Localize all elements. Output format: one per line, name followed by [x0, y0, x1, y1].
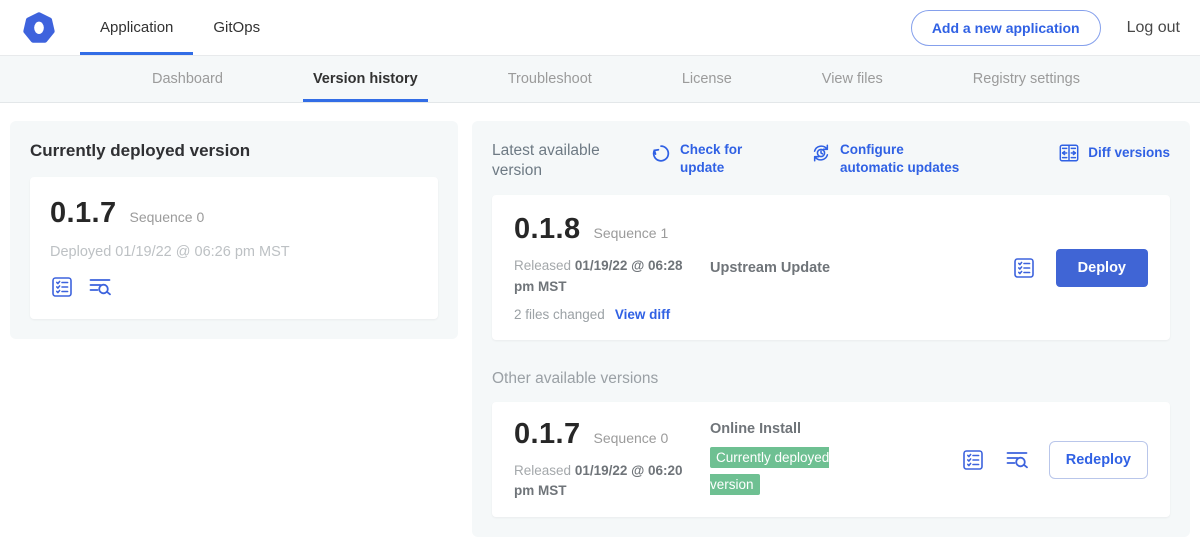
deployed-version-card: 0.1.7 Sequence 0 Deployed 01/19/22 @ 06:…: [30, 177, 438, 319]
version-row: 0.1.7 Sequence 0: [50, 197, 418, 230]
content-area: Currently deployed version 0.1.7 Sequenc…: [0, 103, 1200, 555]
view-diff-link[interactable]: View diff: [615, 307, 670, 322]
config-checklist-icon[interactable]: [1012, 256, 1036, 280]
config-checklist-icon[interactable]: [50, 275, 74, 299]
deployed-sequence-label: Sequence 0: [130, 209, 205, 225]
logout-link[interactable]: Log out: [1127, 19, 1180, 37]
deployed-date: Deployed 01/19/22 @ 06:26 pm MST: [50, 244, 418, 260]
other-version-number: 0.1.7: [514, 418, 581, 451]
other-actions: Redeploy: [961, 441, 1148, 479]
subnav-item-registry-settings[interactable]: Registry settings: [963, 56, 1090, 102]
latest-sequence-label: Sequence 1: [594, 225, 669, 241]
other-version-card: 0.1.7 Sequence 0 Released 01/19/22 @ 06:…: [492, 402, 1170, 518]
refresh-icon: [650, 142, 672, 164]
configure-automatic-updates-action[interactable]: Configure automatic updates: [810, 141, 968, 176]
subnav-item-troubleshoot[interactable]: Troubleshoot: [498, 56, 602, 102]
files-changed-label: 2 files changed: [514, 307, 605, 322]
subnav-item-view-files[interactable]: View files: [812, 56, 893, 102]
other-available-versions-title: Other available versions: [492, 370, 1170, 388]
latest-source-label: Upstream Update: [710, 260, 920, 276]
config-checklist-icon[interactable]: [961, 448, 985, 472]
latest-version-card: 0.1.8 Sequence 1 Released 01/19/22 @ 06:…: [492, 195, 1170, 340]
deployed-version-number: 0.1.7: [50, 197, 117, 230]
badge-wrap: Currently deployed version: [710, 445, 860, 498]
latest-actions: Deploy: [1012, 249, 1148, 287]
auto-update-clock-icon: [810, 142, 832, 164]
app-logo-icon: [20, 9, 58, 47]
check-for-update-label: Check for update: [680, 141, 748, 176]
files-changed-row: 2 files changed View diff: [514, 307, 710, 322]
diff-columns-icon: [1058, 142, 1080, 164]
view-logs-icon[interactable]: [1005, 448, 1029, 472]
redeploy-button[interactable]: Redeploy: [1049, 441, 1148, 479]
page: Application GitOps Add a new application…: [0, 0, 1200, 536]
nav-spacer: [280, 0, 911, 55]
diff-versions-action[interactable]: Diff versions: [1058, 141, 1170, 164]
nav-right: Add a new application Log out: [911, 0, 1180, 55]
latest-source-column: Upstream Update: [710, 260, 920, 276]
app-subnav: Dashboard Version history Troubleshoot L…: [0, 56, 1200, 103]
released-label: Released: [514, 463, 571, 478]
released-label: Released: [514, 258, 571, 273]
available-panel-header: Latest available version Check for updat…: [492, 141, 1170, 181]
configure-automatic-updates-label: Configure automatic updates: [840, 141, 968, 176]
diff-versions-label: Diff versions: [1088, 144, 1170, 162]
nav-tab-gitops[interactable]: GitOps: [193, 0, 280, 55]
currently-deployed-panel: Currently deployed version 0.1.7 Sequenc…: [10, 121, 458, 339]
other-version-info: 0.1.7 Sequence 0 Released 01/19/22 @ 06:…: [514, 418, 710, 502]
currently-deployed-title: Currently deployed version: [30, 141, 438, 161]
other-source-column: Online Install Currently deployed versio…: [710, 421, 920, 498]
deployed-actions: [50, 275, 418, 299]
currently-deployed-badge: Currently deployed version: [710, 447, 829, 494]
other-sequence-label: Sequence 0: [594, 430, 669, 446]
subnav-item-license[interactable]: License: [672, 56, 742, 102]
latest-released-date: Released 01/19/22 @ 06:28 pm MST: [514, 256, 696, 297]
deploy-button[interactable]: Deploy: [1056, 249, 1148, 287]
other-released-date: Released 01/19/22 @ 06:20 pm MST: [514, 461, 696, 502]
add-new-application-button[interactable]: Add a new application: [911, 10, 1101, 46]
top-navbar: Application GitOps Add a new application…: [0, 0, 1200, 56]
view-logs-icon[interactable]: [88, 275, 112, 299]
subnav-item-dashboard[interactable]: Dashboard: [142, 56, 233, 102]
app-logo: [20, 0, 58, 55]
available-versions-panel: Latest available version Check for updat…: [472, 121, 1190, 537]
latest-available-title: Latest available version: [492, 141, 614, 181]
check-for-update-action[interactable]: Check for update: [650, 141, 748, 176]
subnav-item-version-history[interactable]: Version history: [303, 56, 428, 102]
latest-version-number: 0.1.8: [514, 213, 581, 246]
other-source-label: Online Install: [710, 421, 920, 437]
nav-tab-application[interactable]: Application: [80, 0, 193, 55]
latest-version-info: 0.1.8 Sequence 1 Released 01/19/22 @ 06:…: [514, 213, 710, 322]
